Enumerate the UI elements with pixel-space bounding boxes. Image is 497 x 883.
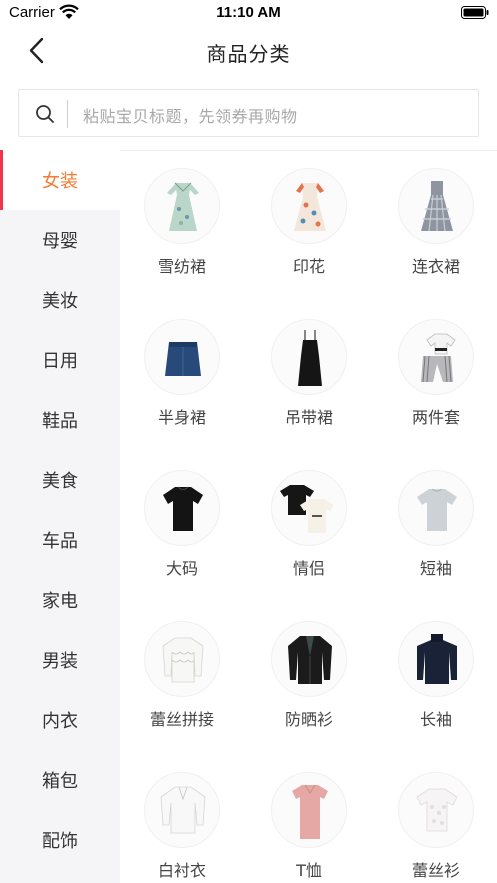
subcategory-label: 长袖 [419, 710, 452, 729]
floral-dress-icon [144, 168, 220, 244]
subcategory-label: 情侣 [292, 559, 325, 578]
subcategory-label: 雪纺裙 [157, 257, 206, 276]
subcategory-label: 蕾丝拼接 [149, 710, 214, 729]
sidebar-item[interactable]: 车品 [0, 510, 120, 570]
search-input[interactable]: 粘贴宝贝标题，先领券再购物 [18, 89, 479, 137]
subcategory-label: 白衬衣 [157, 861, 206, 880]
sidebar-item-label: 家电 [42, 591, 78, 612]
white-shirt-icon [144, 772, 220, 848]
nav-bar: 商品分类 [0, 26, 497, 76]
sidebar-item-label: 美食 [42, 471, 78, 492]
two-piece-set-icon [398, 319, 474, 395]
sidebar-item-label: 日用 [42, 351, 78, 372]
printed-dress-icon [271, 168, 347, 244]
page-title: 商品分类 [206, 42, 291, 66]
subcategory-item[interactable]: T恤 [247, 764, 371, 883]
subcategory-label: T恤 [296, 861, 322, 880]
clock: 11:10 AM [216, 4, 281, 21]
subcategory-item[interactable]: 印花 [247, 160, 371, 310]
sidebar-item[interactable]: 母婴 [0, 210, 120, 270]
subcategory-item[interactable]: 半身裙 [120, 311, 244, 461]
pink-tshirt-icon [271, 772, 347, 848]
sidebar-item-label: 男装 [42, 651, 78, 672]
plaid-dress-icon [398, 168, 474, 244]
denim-skirt-icon [144, 319, 220, 395]
subcategory-label: 半身裙 [157, 408, 206, 427]
sidebar-item-label: 美妆 [42, 291, 78, 312]
sidebar-item-label: 车品 [42, 531, 78, 552]
battery-icon [461, 6, 489, 19]
navy-sweater-icon [398, 621, 474, 697]
sidebar-item[interactable]: 日用 [0, 330, 120, 390]
sidebar-item-label: 女装 [42, 171, 78, 192]
subcategory-item[interactable]: 连衣裙 [374, 160, 497, 310]
category-sidebar: 女装母婴美妆日用鞋品美食车品家电男装内衣箱包配饰 [0, 150, 120, 883]
sidebar-item-label: 内衣 [42, 711, 78, 732]
subcategory-label: 连衣裙 [411, 257, 460, 276]
subcategory-label: 吊带裙 [284, 408, 333, 427]
subcategory-label: 两件套 [411, 408, 460, 427]
subcategory-item[interactable]: 蕾丝衫 [374, 764, 497, 883]
search-placeholder: 粘贴宝贝标题，先领券再购物 [83, 107, 298, 126]
sidebar-item[interactable]: 配饰 [0, 810, 120, 870]
subcategory-item[interactable]: 长袖 [374, 613, 497, 763]
sidebar-item[interactable]: 女装 [0, 150, 120, 210]
sidebar-item[interactable]: 鞋品 [0, 390, 120, 450]
search-icon [36, 105, 54, 123]
sidebar-item[interactable]: 美妆 [0, 270, 120, 330]
sidebar-item[interactable]: 家电 [0, 570, 120, 630]
subcategory-item[interactable]: 防晒衫 [247, 613, 371, 763]
subcategory-label: 蕾丝衫 [411, 861, 460, 880]
sidebar-item[interactable]: 内衣 [0, 690, 120, 750]
subcategory-item[interactable]: 短袖 [374, 462, 497, 612]
slip-dress-icon [271, 319, 347, 395]
status-bar: Carrier 11:10 AM [0, 0, 497, 26]
subcategory-label: 印花 [292, 257, 325, 276]
lace-top-icon [398, 772, 474, 848]
subcategory-item[interactable]: 大码 [120, 462, 244, 612]
subcategory-item[interactable]: 雪纺裙 [120, 160, 244, 310]
subcategory-item[interactable]: 蕾丝拼接 [120, 613, 244, 763]
sidebar-item-label: 母婴 [42, 231, 78, 252]
couple-tshirts-icon [271, 470, 347, 546]
sidebar-item-label: 箱包 [42, 771, 78, 792]
sidebar-item[interactable]: 男装 [0, 630, 120, 690]
subcategory-item[interactable]: 吊带裙 [247, 311, 371, 461]
sun-cardigan-icon [271, 621, 347, 697]
subcategory-item[interactable]: 两件套 [374, 311, 497, 461]
black-tshirt-icon [144, 470, 220, 546]
grey-tshirt-icon [398, 470, 474, 546]
subcategory-label: 防晒衫 [284, 710, 333, 729]
search-divider [67, 100, 68, 128]
subcategory-item[interactable]: 白衬衣 [120, 764, 244, 883]
subcategory-label: 短袖 [419, 559, 452, 578]
subcategory-item[interactable]: 情侣 [247, 462, 371, 612]
sidebar-item[interactable]: 箱包 [0, 750, 120, 810]
sidebar-item-label: 配饰 [42, 831, 78, 852]
lace-blouse-icon [144, 621, 220, 697]
sidebar-item-label: 鞋品 [42, 411, 78, 432]
subcategory-label: 大码 [165, 559, 198, 578]
sidebar-item[interactable]: 美食 [0, 450, 120, 510]
